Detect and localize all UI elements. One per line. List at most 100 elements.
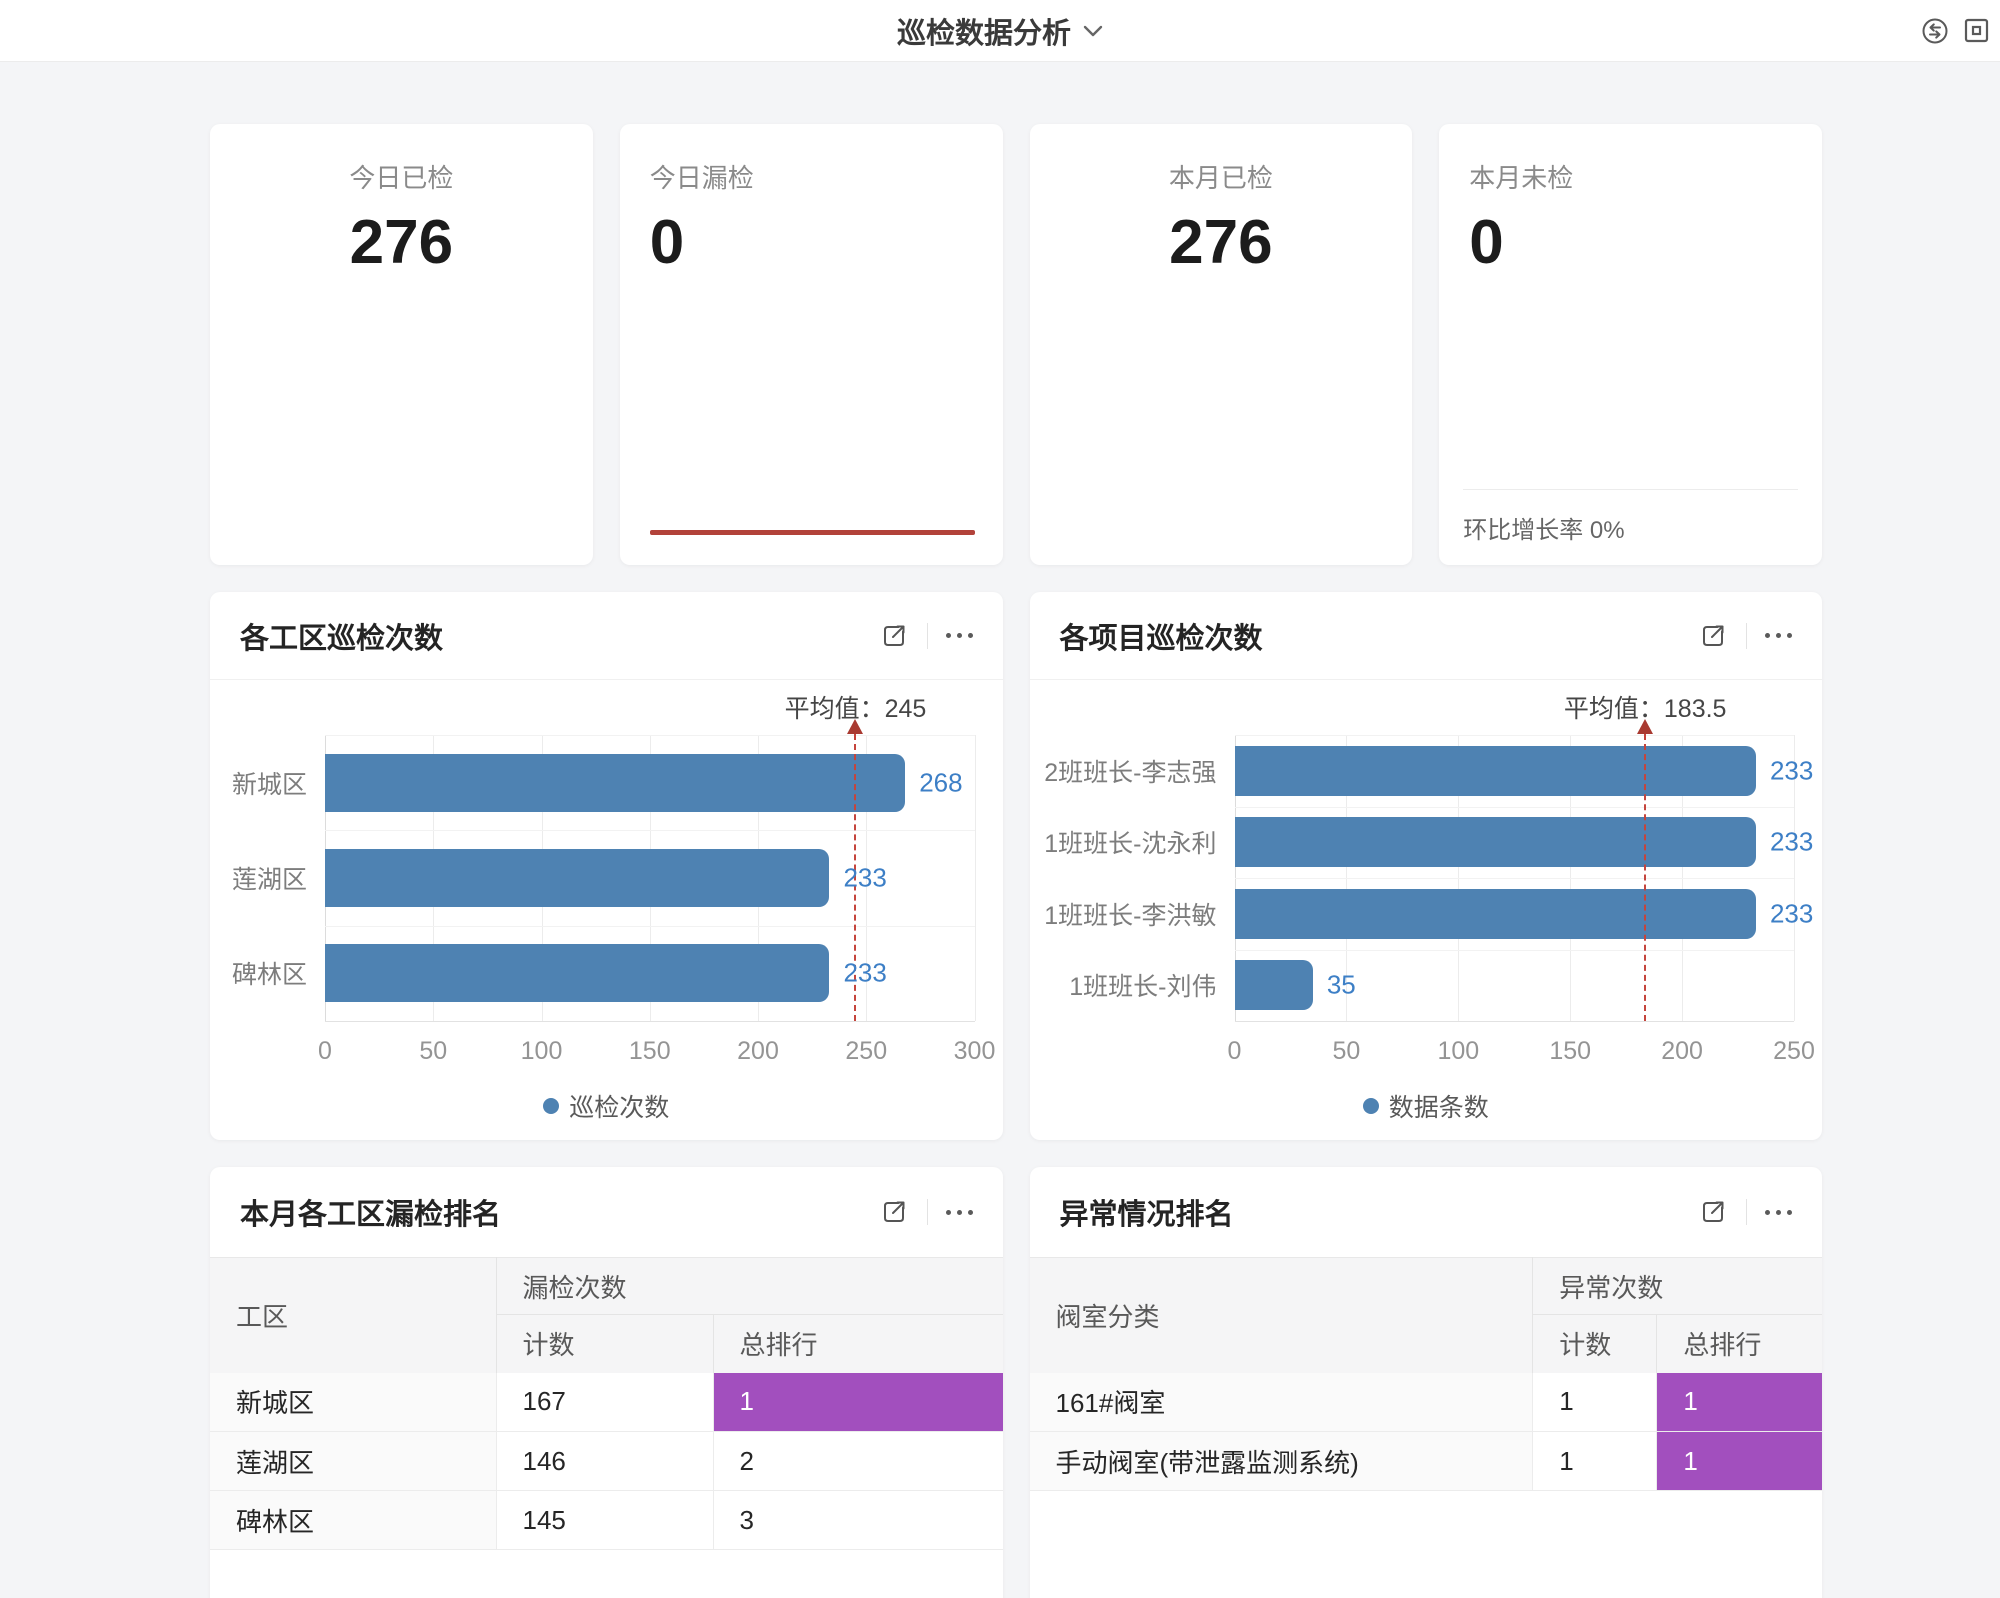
stat-label: 今日已检: [240, 158, 563, 195]
legend-label: 巡检次数: [569, 1088, 669, 1124]
table-card-missed-inspections: 本月各工区漏检排名 工区: [210, 1167, 1003, 1598]
x-tick-label: 300: [954, 1037, 996, 1066]
cell-rank: 1: [1657, 1373, 1822, 1432]
column-header-measure: 漏检次数: [496, 1258, 1003, 1315]
gridline-h: [1235, 950, 1795, 951]
table-row[interactable]: 161#阀室11: [1030, 1373, 1823, 1432]
ranking-table: 工区 漏检次数 计数 总排行 新城区1671莲湖区1462碑林区1453: [210, 1257, 1003, 1550]
stat-value: 276: [240, 207, 563, 278]
table-row[interactable]: 莲湖区1462: [210, 1432, 1003, 1491]
column-header-count: 计数: [1533, 1315, 1657, 1373]
bar-2班班长-李志强[interactable]: [1235, 746, 1756, 796]
column-header-rank: 总排行: [713, 1315, 1003, 1373]
export-icon: [879, 621, 909, 651]
legend-item[interactable]: 数据条数: [1030, 1088, 1823, 1124]
stat-card-3: 本月未检0环比增长率 0%: [1439, 124, 1822, 565]
export-button[interactable]: [1698, 621, 1728, 651]
bar-1班班长-刘伟[interactable]: [1235, 960, 1313, 1010]
gridline-h: [1235, 1021, 1795, 1022]
x-tick-label: 100: [521, 1037, 563, 1066]
chevron-down-icon: [1083, 25, 1103, 37]
table-row[interactable]: 新城区1671: [210, 1373, 1003, 1432]
stat-value: 0: [1469, 207, 1792, 278]
stat-footer-growth-rate: 环比增长率 0%: [1463, 489, 1798, 565]
cell-rank: 2: [713, 1432, 1003, 1491]
x-tick-label: 0: [1228, 1037, 1242, 1066]
average-arrow-icon: [847, 719, 863, 734]
category-label: 1班班长-李洪敏: [1044, 896, 1216, 932]
average-arrow-icon: [1637, 719, 1653, 734]
cell-dimension: 手动阀室(带泄露监测系统): [1030, 1432, 1533, 1491]
more-options-button[interactable]: [1765, 633, 1792, 638]
x-tick-label: 250: [1773, 1037, 1815, 1066]
bar-value-label: 268: [919, 767, 962, 798]
column-header-count: 计数: [496, 1315, 713, 1373]
bar-1班班长-李洪敏[interactable]: [1235, 889, 1756, 939]
tools-divider: [927, 623, 928, 649]
export-button[interactable]: [879, 1197, 909, 1227]
cell-rank: 1: [713, 1373, 1003, 1432]
panel-title: 各工区巡检次数: [240, 615, 879, 657]
panel-tools: [1698, 621, 1792, 651]
ellipsis-icon: [946, 633, 973, 638]
table-card-anomaly-ranking: 异常情况排名: [1030, 1167, 1823, 1598]
stat-cards-row: 今日已检276今日漏检0本月已检276本月未检0环比增长率 0%: [210, 124, 1822, 565]
swap-arrows-icon: [1921, 17, 1949, 45]
category-label: 2班班长-李志强: [1044, 753, 1216, 789]
cell-rank: 3: [713, 1491, 1003, 1550]
export-button[interactable]: [1698, 1197, 1728, 1227]
x-tick-label: 150: [629, 1037, 671, 1066]
panel-header: 各项目巡检次数: [1030, 592, 1823, 680]
column-header-measure: 异常次数: [1533, 1258, 1822, 1315]
cell-rank: 1: [1657, 1432, 1822, 1491]
more-options-button[interactable]: [1765, 1210, 1792, 1215]
tools-divider: [927, 1199, 928, 1225]
bar-莲湖区[interactable]: [325, 849, 829, 907]
panel-header: 各工区巡检次数: [210, 592, 1003, 680]
gridline-h: [1235, 807, 1795, 808]
tools-divider: [1746, 623, 1747, 649]
gridline-h: [325, 735, 975, 736]
cell-dimension: 碑林区: [210, 1491, 496, 1550]
panel-header: 异常情况排名: [1030, 1167, 1823, 1257]
bar-value-label: 233: [843, 863, 886, 894]
table-row[interactable]: 碑林区1453: [210, 1491, 1003, 1550]
stat-card-2: 本月已检276: [1030, 124, 1413, 565]
more-options-button[interactable]: [946, 633, 973, 638]
cell-count: 145: [496, 1491, 713, 1550]
exit-fullscreen-icon: [1963, 17, 1990, 44]
export-button[interactable]: [879, 621, 909, 651]
stat-accent-line: [650, 530, 975, 535]
more-options-button[interactable]: [946, 1210, 973, 1215]
bar-碑林区[interactable]: [325, 944, 829, 1002]
category-label: 1班班长-刘伟: [1069, 967, 1216, 1003]
cell-count: 1: [1533, 1432, 1657, 1491]
swap-view-button[interactable]: [1921, 17, 1949, 45]
bar-plot: 0501001502002502班班长-李志强2331班班长-沈永利2331班班…: [1235, 735, 1795, 1021]
stat-card-0: 今日已检 276: [210, 124, 593, 565]
cell-dimension: 新城区: [210, 1373, 496, 1432]
stat-card-1: 今日漏检0: [620, 124, 1003, 565]
column-header-dimension: 阀室分类: [1030, 1258, 1533, 1373]
cell-count: 146: [496, 1432, 713, 1491]
stat-label: 今日漏检: [650, 158, 973, 195]
ellipsis-icon: [946, 1210, 973, 1215]
bar-plot: 050100150200250300新城区268莲湖区233碑林区233平均值：…: [325, 735, 975, 1021]
chart-card-workzone-inspections: 各工区巡检次数 050100150200250300新城区268莲湖区233碑林…: [210, 592, 1003, 1140]
legend-item[interactable]: 巡检次数: [210, 1088, 1003, 1124]
chart-card-project-inspections: 各项目巡检次数 0501001502002502班班长-李志强2331班班长-沈…: [1030, 592, 1823, 1140]
legend-dot-icon: [1363, 1098, 1379, 1114]
bar-1班班长-沈永利[interactable]: [1235, 817, 1756, 867]
table-row[interactable]: 手动阀室(带泄露监测系统)11: [1030, 1432, 1823, 1491]
column-header-dimension: 工区: [210, 1258, 496, 1373]
gridline-h: [1235, 878, 1795, 879]
dashboard-title-dropdown[interactable]: 巡检数据分析: [897, 10, 1103, 52]
panel-title: 各项目巡检次数: [1060, 615, 1699, 657]
category-label: 莲湖区: [232, 860, 307, 896]
category-label: 新城区: [232, 765, 307, 801]
bar-新城区[interactable]: [325, 754, 905, 812]
export-icon: [1698, 1197, 1728, 1227]
exit-fullscreen-button[interactable]: [1963, 17, 1990, 44]
cell-dimension: 莲湖区: [210, 1432, 496, 1491]
legend-dot-icon: [543, 1098, 559, 1114]
